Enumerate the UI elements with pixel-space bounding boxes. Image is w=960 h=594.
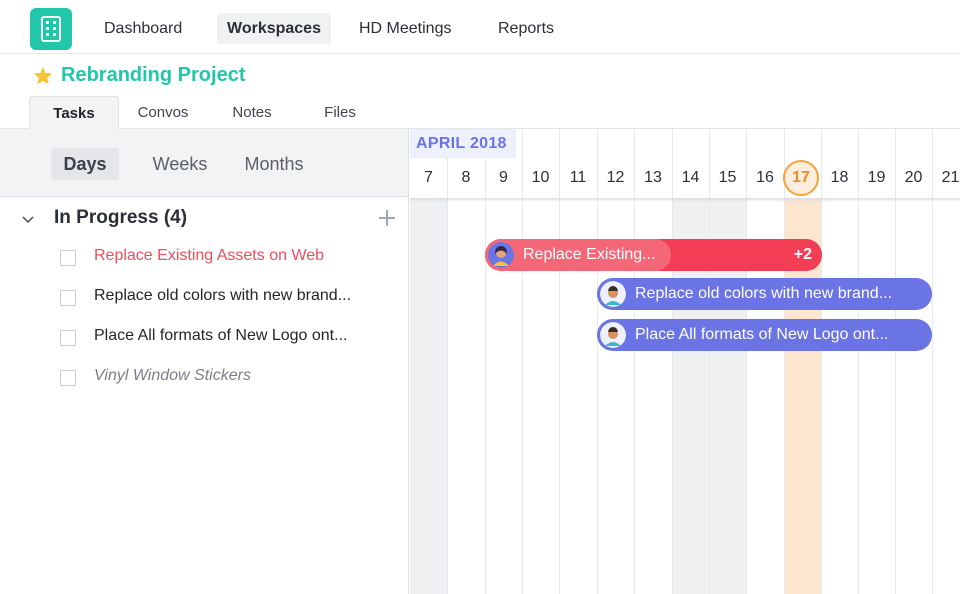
today-marker: 17 bbox=[783, 160, 819, 196]
project-header: Rebranding Project bbox=[33, 62, 245, 88]
view-days-button[interactable]: Days bbox=[51, 148, 119, 180]
day-label: 8 bbox=[447, 158, 485, 198]
nav-reports[interactable]: Reports bbox=[488, 13, 564, 44]
day-label: 11 bbox=[559, 158, 597, 198]
view-weeks-button[interactable]: Weeks bbox=[140, 148, 220, 180]
project-title: Rebranding Project bbox=[61, 64, 245, 87]
avatar-icon bbox=[488, 242, 514, 268]
task-group-header[interactable]: In Progress (4) bbox=[18, 207, 398, 233]
day-label: 10 bbox=[522, 158, 559, 198]
task-label[interactable]: Vinyl Window Stickers bbox=[94, 367, 251, 385]
avatar-icon bbox=[600, 322, 626, 348]
app-logo[interactable] bbox=[30, 8, 72, 50]
tab-files[interactable]: Files bbox=[305, 96, 375, 129]
task-label[interactable]: Replace Existing Assets on Web bbox=[94, 247, 324, 265]
task-row[interactable]: Replace old colors with new brand... bbox=[60, 286, 390, 310]
star-icon[interactable] bbox=[33, 66, 53, 85]
task-bar-label: Replace Existing... bbox=[523, 239, 656, 271]
view-months-button[interactable]: Months bbox=[234, 148, 314, 180]
task-bar-label: Replace old colors with new brand... bbox=[635, 278, 892, 310]
day-label: 13 bbox=[634, 158, 672, 198]
nav-workspaces[interactable]: Workspaces bbox=[217, 13, 331, 44]
month-label: APRIL 2018 bbox=[410, 129, 516, 158]
avatar-icon bbox=[600, 281, 626, 307]
task-row[interactable]: Replace Existing Assets on Web bbox=[60, 246, 390, 270]
task-checkbox[interactable] bbox=[60, 250, 76, 266]
building-icon bbox=[41, 16, 61, 42]
add-task-icon[interactable] bbox=[376, 207, 398, 229]
day-label: 19 bbox=[858, 158, 895, 198]
task-bar[interactable]: Replace old colors with new brand... bbox=[597, 278, 932, 310]
task-row[interactable]: Place All formats of New Logo ont... bbox=[60, 326, 390, 350]
top-navigation: Dashboard Workspaces HD Meetings Reports bbox=[0, 0, 960, 54]
task-bar-overflow-count[interactable]: +2 bbox=[794, 239, 812, 271]
day-label: 12 bbox=[597, 158, 634, 198]
day-label: 14 bbox=[672, 158, 709, 198]
nav-dashboard[interactable]: Dashboard bbox=[94, 13, 192, 44]
gantt-timeline: APRIL 2018 7 8 9 10 11 12 13 14 15 16 17… bbox=[410, 129, 960, 594]
tab-tasks[interactable]: Tasks bbox=[29, 96, 119, 129]
task-group-title: In Progress (4) bbox=[54, 207, 187, 229]
tab-convos[interactable]: Convos bbox=[124, 96, 202, 129]
task-bar-label: Place All formats of New Logo ont... bbox=[635, 319, 888, 351]
tab-notes[interactable]: Notes bbox=[214, 96, 290, 129]
chevron-down-icon[interactable] bbox=[18, 209, 38, 229]
weekend-column bbox=[410, 198, 447, 594]
day-label: 15 bbox=[709, 158, 746, 198]
day-label: 9 bbox=[485, 158, 522, 198]
task-label[interactable]: Place All formats of New Logo ont... bbox=[94, 327, 347, 345]
task-checkbox[interactable] bbox=[60, 370, 76, 386]
day-label: 7 bbox=[410, 158, 447, 198]
day-label: 21 bbox=[932, 158, 960, 198]
view-switch: Days Weeks Months bbox=[0, 129, 408, 197]
timeline-header-shadow bbox=[410, 198, 960, 202]
task-list-panel: Days Weeks Months In Progress (4) Replac… bbox=[0, 129, 409, 594]
project-tabs: Tasks Convos Notes Files bbox=[0, 96, 960, 129]
day-label: 18 bbox=[821, 158, 858, 198]
day-label: 16 bbox=[746, 158, 784, 198]
nav-hd-meetings[interactable]: HD Meetings bbox=[349, 13, 461, 44]
task-label[interactable]: Replace old colors with new brand... bbox=[94, 287, 351, 305]
task-bar[interactable]: Replace Existing... +2 bbox=[485, 239, 822, 271]
day-label: 20 bbox=[895, 158, 932, 198]
task-bar[interactable]: Place All formats of New Logo ont... bbox=[597, 319, 932, 351]
task-row[interactable]: Vinyl Window Stickers bbox=[60, 366, 390, 390]
task-checkbox[interactable] bbox=[60, 330, 76, 346]
task-checkbox[interactable] bbox=[60, 290, 76, 306]
